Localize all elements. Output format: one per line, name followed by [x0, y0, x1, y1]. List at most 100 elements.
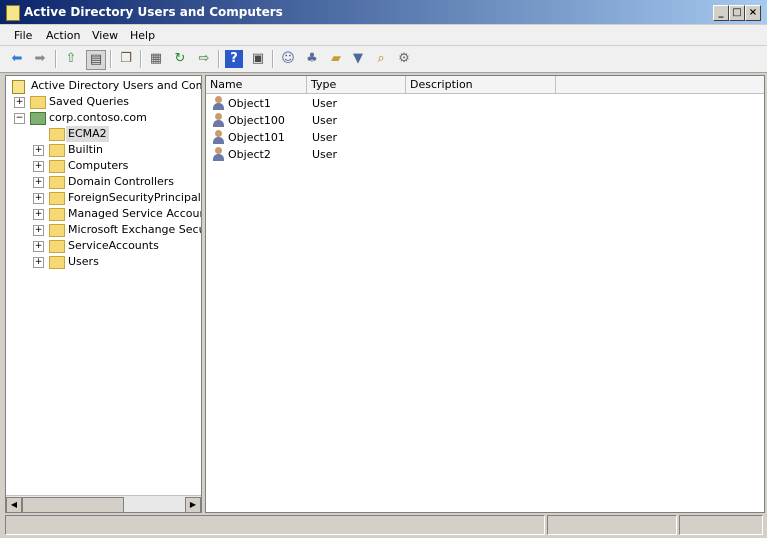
- tree-item-builtin[interactable]: + Builtin: [6, 142, 201, 158]
- item-name: Object101: [228, 131, 285, 144]
- help-icon[interactable]: ?: [225, 50, 243, 68]
- tree-item-label: Domain Controllers: [68, 175, 175, 188]
- console-root-icon: [12, 80, 25, 94]
- folder-icon: [49, 256, 65, 269]
- menu-view[interactable]: View: [92, 29, 118, 42]
- scroll-left-icon[interactable]: ◀: [6, 497, 22, 512]
- ou-icon: [49, 128, 65, 141]
- ou-icon: [49, 240, 65, 253]
- expand-icon[interactable]: +: [33, 225, 44, 236]
- list-item[interactable]: Object2 User: [206, 146, 764, 163]
- scroll-right-icon[interactable]: ▶: [185, 497, 201, 512]
- tree-item-computers[interactable]: + Computers: [6, 158, 201, 174]
- tree-item-domain-controllers[interactable]: + Domain Controllers: [6, 174, 201, 190]
- folder-icon: [49, 144, 65, 157]
- status-bar: [0, 514, 767, 538]
- tree-item-label: ECMA2: [66, 126, 109, 142]
- minimize-button[interactable]: _: [713, 5, 729, 21]
- tree-item-label: corp.contoso.com: [49, 111, 147, 124]
- tree-item-label: Saved Queries: [49, 95, 129, 108]
- refresh-icon[interactable]: ↻: [171, 50, 189, 68]
- filter-icon[interactable]: ▼: [349, 50, 367, 68]
- expand-icon[interactable]: +: [33, 241, 44, 252]
- app-icon: [6, 5, 20, 21]
- details-list[interactable]: Name Type Description Object1 User Objec…: [205, 75, 765, 513]
- folder-icon: [49, 208, 65, 221]
- expand-icon[interactable]: +: [33, 145, 44, 156]
- maximize-button[interactable]: □: [729, 5, 745, 21]
- properties-icon[interactable]: ▦: [147, 50, 165, 68]
- console-tree[interactable]: Active Directory Users and Comput + Save…: [5, 75, 202, 513]
- menu-help[interactable]: Help: [130, 29, 155, 42]
- user-icon: [212, 147, 226, 162]
- show-hide-action-pane-icon[interactable]: ▣: [249, 50, 267, 68]
- user-icon: [212, 96, 226, 111]
- new-group-icon[interactable]: ♣: [303, 50, 321, 68]
- column-header-type[interactable]: Type: [307, 76, 406, 94]
- expand-icon[interactable]: +: [33, 161, 44, 172]
- item-name: Object100: [228, 114, 285, 127]
- tree-item-label: Microsoft Exchange Securit: [68, 223, 201, 236]
- tree-item-label: Managed Service Accounts: [68, 207, 202, 220]
- expand-icon[interactable]: +: [33, 209, 44, 220]
- menu-file[interactable]: File: [14, 29, 32, 42]
- tree-item-label: ServiceAccounts: [68, 239, 159, 252]
- expand-icon[interactable]: +: [33, 193, 44, 204]
- column-header-description[interactable]: Description: [406, 76, 556, 94]
- close-button[interactable]: ×: [745, 5, 761, 21]
- collapse-icon[interactable]: −: [14, 113, 25, 124]
- show-hide-console-tree-icon[interactable]: ▤: [86, 50, 106, 70]
- tree-item-microsoft-exchange[interactable]: + Microsoft Exchange Securit: [6, 222, 201, 238]
- list-item[interactable]: Object100 User: [206, 112, 764, 129]
- tree-root-label: Active Directory Users and Comput: [31, 79, 201, 92]
- horizontal-scrollbar[interactable]: ◀ ▶: [6, 495, 201, 512]
- ou-icon: [49, 224, 65, 237]
- forward-icon[interactable]: ➡: [31, 50, 49, 68]
- item-type: User: [312, 148, 338, 161]
- window-title: Active Directory Users and Computers: [24, 5, 283, 19]
- folder-icon: [49, 192, 65, 205]
- list-item[interactable]: Object101 User: [206, 129, 764, 146]
- item-name: Object2: [228, 148, 271, 161]
- new-user-icon[interactable]: ☺: [279, 50, 297, 68]
- status-panel-main: [5, 515, 545, 535]
- list-item[interactable]: Object1 User: [206, 95, 764, 112]
- export-list-icon[interactable]: ⇨: [195, 50, 213, 68]
- tree-item-domain[interactable]: − corp.contoso.com: [6, 110, 201, 126]
- tree-item-ecma2[interactable]: ECMA2: [6, 126, 201, 142]
- item-name: Object1: [228, 97, 271, 110]
- folder-icon: [49, 160, 65, 173]
- tree-item-service-accounts[interactable]: + ServiceAccounts: [6, 238, 201, 254]
- tree-item-saved-queries[interactable]: + Saved Queries: [6, 94, 201, 110]
- column-header-filler: [556, 76, 764, 94]
- item-type: User: [312, 131, 338, 144]
- tree-item-managed-service-accounts[interactable]: + Managed Service Accounts: [6, 206, 201, 222]
- item-type: User: [312, 97, 338, 110]
- user-icon: [212, 130, 226, 145]
- tree-item-label: ForeignSecurityPrincipals: [68, 191, 202, 204]
- expand-icon[interactable]: +: [14, 97, 25, 108]
- user-icon: [212, 113, 226, 128]
- expand-icon[interactable]: +: [33, 257, 44, 268]
- ou-icon: [49, 176, 65, 189]
- add-to-group-icon[interactable]: ⚙: [395, 50, 413, 68]
- up-level-icon[interactable]: ⇧: [62, 50, 80, 68]
- tree-item-label: Builtin: [68, 143, 103, 156]
- status-panel-2: [547, 515, 677, 535]
- expand-icon[interactable]: +: [33, 177, 44, 188]
- new-ou-icon[interactable]: ▰: [327, 50, 345, 68]
- tree-item-label: Users: [68, 255, 99, 268]
- find-icon[interactable]: ⌕: [372, 50, 390, 68]
- column-header-name[interactable]: Name: [206, 76, 307, 94]
- copy-icon[interactable]: ❐: [117, 50, 135, 68]
- tree-item-users[interactable]: + Users: [6, 254, 201, 270]
- menu-bar: File Action View Help: [0, 25, 767, 45]
- folder-icon: [30, 96, 46, 109]
- scroll-thumb[interactable]: [22, 497, 124, 512]
- back-icon[interactable]: ⬅: [8, 50, 26, 68]
- domain-icon: [30, 112, 46, 125]
- title-bar[interactable]: Active Directory Users and Computers _ □…: [0, 0, 767, 24]
- menu-action[interactable]: Action: [46, 29, 80, 42]
- tree-item-foreign-security-principals[interactable]: + ForeignSecurityPrincipals: [6, 190, 201, 206]
- toolbar: ⬅ ➡ ⇧ ▤ ❐ ▦ ↻ ⇨ ? ▣ ☺ ♣ ▰ ▼ ⌕ ⚙: [0, 46, 767, 73]
